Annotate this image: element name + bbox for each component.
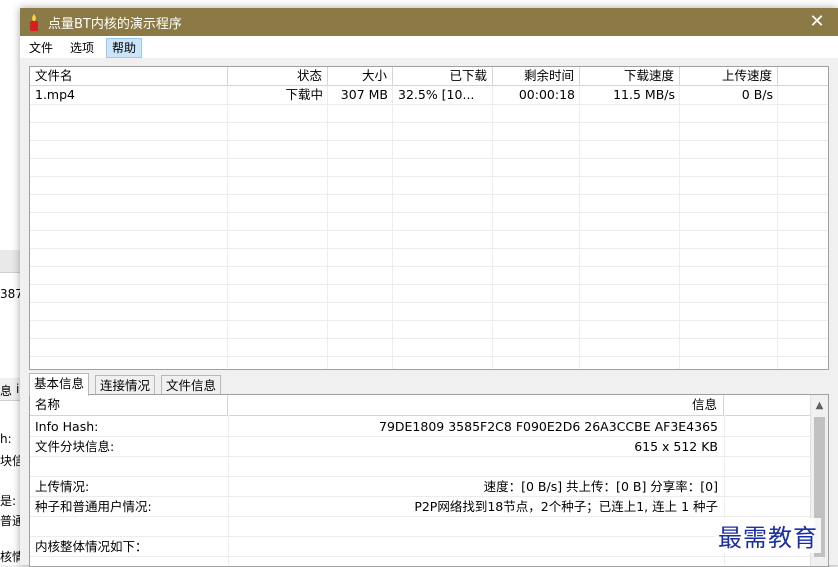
tab-basic-info[interactable]: 基本信息 <box>29 373 90 396</box>
grid-line <box>227 67 228 369</box>
candle-icon <box>30 14 38 31</box>
grid-line <box>30 230 828 231</box>
cell-size: 307 MB <box>340 87 388 102</box>
cell-status: 下载中 <box>285 87 323 102</box>
grid-line <box>30 338 828 339</box>
col-header-down-speed[interactable]: 下载速度 <box>580 67 680 85</box>
info-label: Info Hash: <box>35 419 99 434</box>
cell-down-speed: 11.5 MB/s <box>613 87 675 102</box>
info-row-pieces: 文件分块信息: 615 x 512 KB <box>30 437 810 456</box>
app-window: 点量BT内核的演示程序 ✕ 文件 选项 帮助 文件名 状态 大小 已下载 剩余时… <box>20 8 838 567</box>
info-label: 种子和普通用户情况: <box>35 499 152 514</box>
menu-options[interactable]: 选项 <box>65 39 99 57</box>
grid-line <box>30 194 828 195</box>
background-text: 387 <box>0 287 22 301</box>
menu-file[interactable]: 文件 <box>24 39 58 57</box>
info-panel[interactable]: 名称 信息 Info Hash: 79DE1809 3585F2C8 F090E… <box>29 394 829 567</box>
cell-up-speed: 0 B/s <box>741 87 773 102</box>
grid-line <box>30 140 828 141</box>
grid-line <box>30 176 828 177</box>
info-row-upload: 上传情况: 速度：[0 B/s] 共上传：[0 B] 分享率：[0] <box>30 477 810 496</box>
background-text: 核情况 <box>0 550 22 564</box>
col-header-downloaded[interactable]: 已下载 <box>393 67 493 85</box>
grid-line <box>30 122 828 123</box>
window-title: 点量BT内核的演示程序 <box>48 17 182 32</box>
info-value: 79DE1809 3585F2C8 F090E2D6 26A3CCBE AF3E… <box>379 419 718 434</box>
info-label: 上传情况: <box>35 479 90 494</box>
info-row-hash: Info Hash: 79DE1809 3585F2C8 F090E2D6 26… <box>30 417 810 436</box>
grid-line <box>679 67 680 369</box>
scroll-up-icon[interactable]: ▲ <box>811 397 828 414</box>
grid-line <box>777 67 778 369</box>
grid-line <box>392 67 393 369</box>
list-header: 文件名 状态 大小 已下载 剩余时间 下载速度 上传速度 <box>30 67 828 86</box>
background-tab-text-2: i <box>16 382 20 396</box>
tab-connections[interactable]: 连接情况 <box>95 375 156 396</box>
background-toolbar <box>0 250 22 273</box>
close-button[interactable]: ✕ <box>802 10 832 34</box>
info-label: 文件分块信息: <box>35 439 115 454</box>
grid-line <box>30 248 828 249</box>
cell-remaining: 00:00:18 <box>518 87 575 102</box>
menu-help[interactable]: 帮助 <box>106 38 143 58</box>
info-value: 速度：[0 B/s] 共上传：[0 B] 分享率：[0] <box>483 479 718 494</box>
grid-line <box>579 67 580 369</box>
info-row-peers: 种子和普通用户情况: P2P网络找到18节点，2个种子；已连上1, 连上 1 种… <box>30 497 810 516</box>
title-bar[interactable]: 点量BT内核的演示程序 ✕ <box>20 8 838 36</box>
col-header-up-speed[interactable]: 上传速度 <box>680 67 778 85</box>
info-value: P2P网络找到18节点，2个种子；已连上1, 连上 1 种子 <box>414 499 718 514</box>
background-text: 块信息 <box>0 454 22 468</box>
grid-line <box>30 356 828 357</box>
info-value: 615 x 512 KB <box>634 439 718 454</box>
info-label: 内核整体情况如下： <box>35 539 148 554</box>
grid-line <box>327 67 328 369</box>
tab-file-info[interactable]: 文件信息 <box>161 375 222 396</box>
col-header-size[interactable]: 大小 <box>328 67 393 85</box>
grid-line <box>30 266 828 267</box>
col-header-name[interactable]: 名称 <box>30 395 228 415</box>
grid-line <box>30 284 828 285</box>
cell-downloaded: 32.5% [10... <box>398 87 475 102</box>
grid-line <box>30 158 828 159</box>
info-row-empty <box>30 517 810 536</box>
background-tabs: 息 i <box>0 378 22 401</box>
col-header-remaining[interactable]: 剩余时间 <box>493 67 580 85</box>
info-row-empty <box>30 457 810 476</box>
menu-bar: 文件 选项 帮助 <box>20 36 838 58</box>
info-header: 名称 信息 <box>30 395 810 416</box>
background-tab-text: 息 <box>0 384 13 398</box>
grid-line <box>30 212 828 213</box>
grid-line <box>30 320 828 321</box>
info-row-kernel: 内核整体情况如下： <box>30 537 810 556</box>
grid-line <box>492 67 493 369</box>
grid-line <box>30 302 828 303</box>
col-header-filename[interactable]: 文件名 <box>30 67 228 85</box>
background-text: 普通用 <box>0 514 22 528</box>
detail-tabs: 基本信息 连接情况 文件信息 <box>29 373 827 396</box>
watermark: 最需教育 <box>715 518 821 553</box>
col-header-status[interactable]: 状态 <box>228 67 328 85</box>
cell-filename: 1.mp4 <box>35 87 75 102</box>
download-list[interactable]: 文件名 状态 大小 已下载 剩余时间 下载速度 上传速度 1.mp4 下载中 3… <box>29 66 829 370</box>
grid-line <box>30 556 810 557</box>
background-text: 是: <box>0 494 17 508</box>
col-header-info[interactable]: 信息 <box>228 395 724 415</box>
table-row[interactable]: 1.mp4 下载中 307 MB 32.5% [10... 00:00:18 1… <box>30 86 828 104</box>
background-text: h: <box>0 432 12 446</box>
grid-line <box>30 104 828 105</box>
